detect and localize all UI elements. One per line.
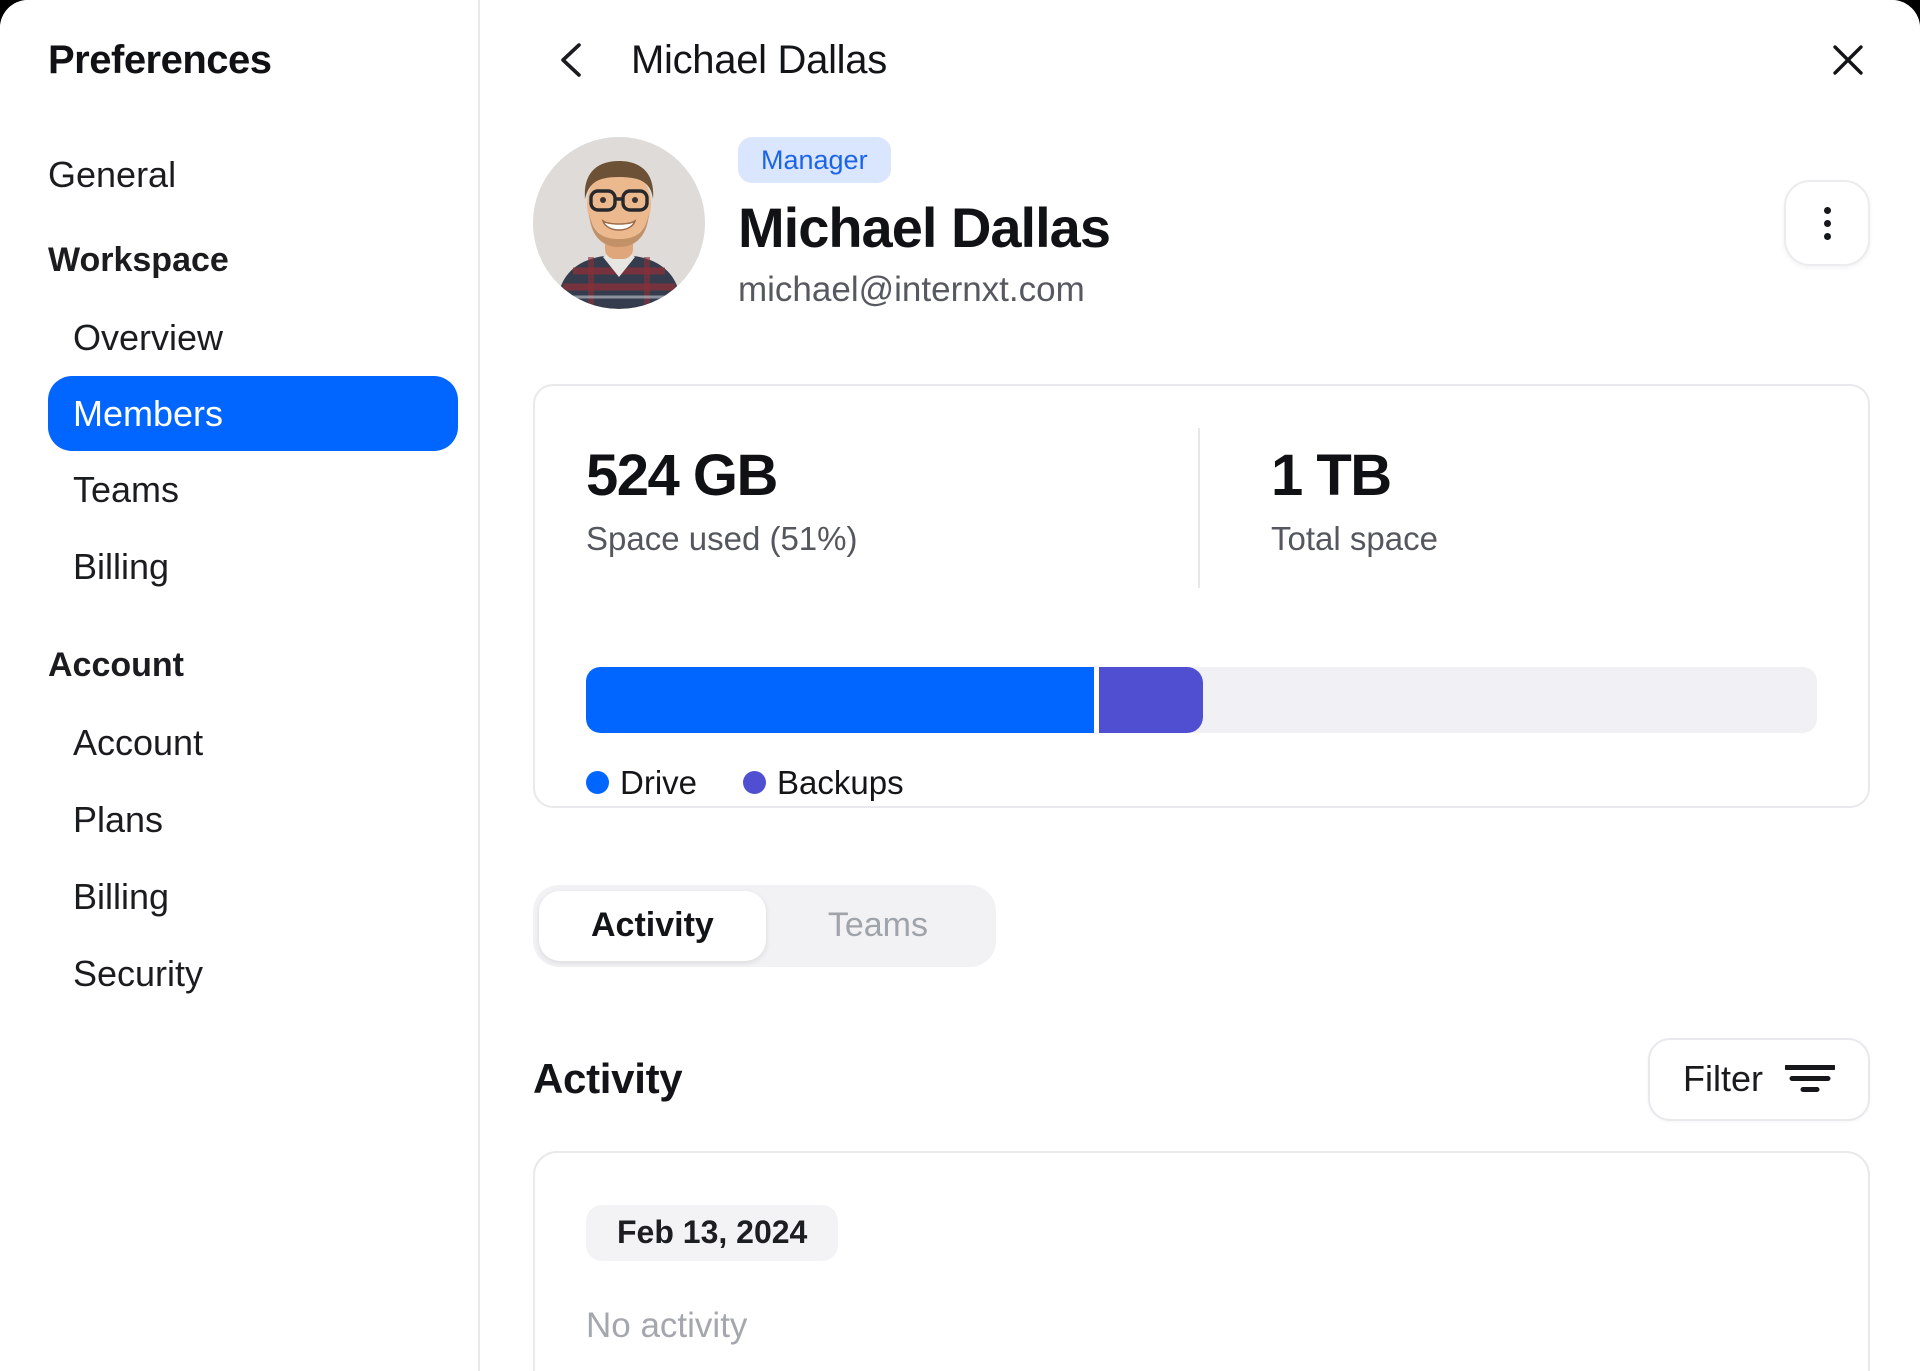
filter-button-label: Filter	[1683, 1058, 1763, 1100]
member-detail-header: Michael Dallas	[533, 0, 1870, 120]
activity-heading: Activity	[533, 1055, 683, 1103]
sidebar: Preferences General Workspace Overview M…	[0, 0, 480, 1371]
tab-activity[interactable]: Activity	[539, 890, 766, 961]
backups-bar-segment	[1099, 666, 1203, 733]
avatar	[533, 137, 705, 310]
space-used-value: 524 GB	[586, 442, 778, 508]
drive-color-dot	[586, 771, 609, 795]
legend-item-drive: Drive	[586, 764, 697, 802]
activity-teams-tabs: Activity Teams	[533, 884, 996, 967]
filter-button[interactable]: Filter	[1648, 1037, 1870, 1121]
role-badge: Manager	[738, 137, 891, 183]
tab-teams[interactable]: Teams	[766, 891, 990, 961]
close-button[interactable]	[1826, 38, 1870, 82]
member-profile: Manager Michael Dallas michael@internxt.…	[533, 137, 1870, 310]
sidebar-item-teams[interactable]: Teams	[48, 451, 458, 528]
storage-stats: 524 GB Space used (51%) 1 TB Total space	[586, 427, 1817, 588]
backups-color-dot	[743, 771, 767, 795]
total-space-value: 1 TB	[1271, 442, 1392, 508]
no-activity-text: No activity	[586, 1305, 748, 1345]
back-button[interactable]	[549, 38, 593, 82]
sidebar-nav: General Workspace Overview Members Teams…	[48, 136, 458, 1012]
legend-item-backups: Backups	[743, 764, 904, 802]
sidebar-section-workspace: Workspace	[48, 241, 229, 279]
sidebar-item-billing-account[interactable]: Billing	[48, 858, 458, 935]
total-space-label: Total space	[1271, 519, 1438, 557]
sidebar-item-general[interactable]: General	[48, 136, 458, 213]
activity-section-header: Activity Filter	[533, 1037, 1870, 1121]
storage-usage-card: 524 GB Space used (51%) 1 TB Total space…	[533, 383, 1870, 808]
drive-bar-segment	[586, 666, 1100, 733]
backups-legend-label: Backups	[777, 763, 904, 801]
date-badge: Feb 13, 2024	[586, 1204, 839, 1261]
close-icon	[1831, 43, 1865, 77]
sidebar-title: Preferences	[48, 38, 272, 82]
storage-progress-bar	[586, 666, 1817, 733]
space-used-stat: 524 GB Space used (51%)	[586, 441, 1198, 559]
member-identity: Manager Michael Dallas michael@internxt.…	[738, 137, 1111, 310]
page-title: Michael Dallas	[631, 37, 887, 82]
sidebar-item-members[interactable]: Members	[48, 376, 458, 451]
filter-icon	[1785, 1064, 1835, 1094]
activity-feed-card: Feb 13, 2024 No activity	[533, 1150, 1870, 1371]
member-options-button[interactable]	[1784, 180, 1870, 267]
drive-legend-label: Drive	[620, 763, 698, 801]
preferences-window: Preferences General Workspace Overview M…	[0, 0, 1920, 1371]
sidebar-item-security[interactable]: Security	[48, 935, 458, 1012]
member-email: michael@internxt.com	[738, 269, 1085, 309]
kebab-icon	[1823, 206, 1831, 240]
sidebar-item-account[interactable]: Account	[48, 704, 458, 781]
sidebar-section-account: Account	[48, 646, 184, 684]
member-detail-panel: Michael Dallas Manager Michael Dallas mi…	[480, 0, 1920, 1371]
space-used-label: Space used (51%)	[586, 519, 858, 557]
stats-divider	[1198, 427, 1200, 588]
member-name: Michael Dallas	[738, 196, 1111, 259]
sidebar-item-plans[interactable]: Plans	[48, 781, 458, 858]
chevron-left-icon	[557, 41, 585, 79]
total-space-stat: 1 TB Total space	[1271, 441, 1438, 559]
storage-legend: Drive Backups	[586, 764, 1817, 802]
sidebar-item-overview[interactable]: Overview	[48, 299, 458, 376]
sidebar-item-billing-workspace[interactable]: Billing	[48, 528, 458, 605]
